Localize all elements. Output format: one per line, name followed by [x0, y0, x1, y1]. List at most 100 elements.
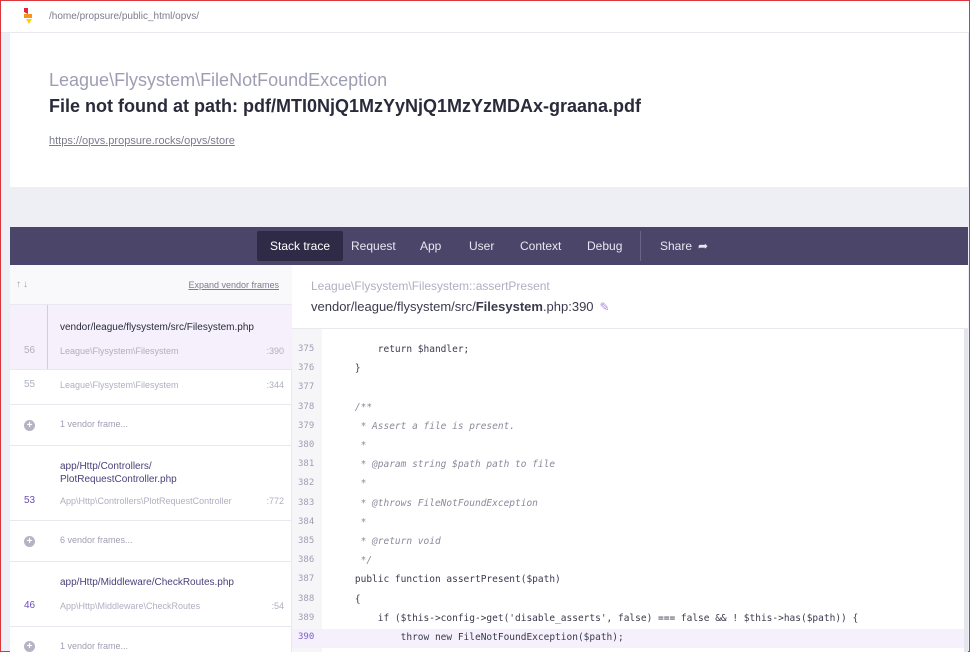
code-snippet-panel: League\Flysystem\Filesystem::assertPrese…	[292, 265, 968, 652]
request-url-link[interactable]: https://opvs.propsure.rocks/opvs/store	[49, 135, 235, 147]
frame-line-number: 46	[24, 600, 36, 611]
frame-column: :772	[266, 496, 284, 506]
stack-frame[interactable]: app/Http/Middleware/CheckRoutes.php 46 A…	[10, 562, 292, 627]
code-line-number[interactable]: 382	[298, 478, 314, 488]
frame-class: App\Http\Middleware\CheckRoutes	[60, 601, 201, 611]
code-line: 375 return $handler;	[292, 341, 968, 360]
code-line-number[interactable]: 389	[298, 613, 314, 623]
tab-debug[interactable]: Debug	[574, 231, 635, 261]
code-line-text: if ($this->config->get('disable_asserts'…	[332, 612, 859, 624]
code-line: 387 public function assertPresent($path)	[292, 571, 968, 590]
scrollbar[interactable]	[964, 329, 968, 652]
nav-divider	[640, 231, 641, 261]
code-line-number[interactable]: 380	[298, 440, 314, 450]
top-bar: /home/propsure/public_html/opvs/	[1, 1, 969, 33]
vendor-frames-toggle[interactable]: + 6 vendor frames...	[10, 521, 292, 562]
code-line-number[interactable]: 378	[298, 402, 314, 412]
code-line: 379 * Assert a file is present.	[292, 418, 968, 437]
vendor-frames-toggle[interactable]: + 1 vendor frame...	[10, 627, 292, 652]
code-line-number[interactable]: 388	[298, 594, 314, 604]
code-line-text: * @return void	[332, 536, 441, 547]
code-line-number[interactable]: 384	[298, 517, 314, 527]
project-path: /home/propsure/public_html/opvs/	[49, 11, 200, 22]
code-line: 386 */	[292, 552, 968, 571]
vendor-frames-toggle[interactable]: + 1 vendor frame...	[10, 405, 292, 446]
code-line-text: * @param string $path path to file	[332, 459, 556, 471]
frame-column: :390	[266, 346, 284, 356]
code-line-text: /**	[332, 401, 373, 413]
code-line: 383 * @throws FileNotFoundException	[292, 495, 968, 514]
flare-logo-icon[interactable]	[21, 8, 35, 24]
file-name: Filesystem	[475, 299, 543, 314]
code-line-number[interactable]: 385	[298, 536, 314, 546]
code-line: 380 *	[292, 437, 968, 456]
frame-file-path: vendor/league/flysystem/src/Filesystem.p…	[311, 299, 610, 314]
frame-class: League\Flysystem\Filesystem	[60, 346, 179, 356]
code-line-number[interactable]: 390	[298, 632, 314, 642]
code-line: 390 throw new FileNotFoundException($pat…	[292, 629, 968, 648]
code-line-text: public function assertPresent($path)	[332, 574, 561, 586]
code-line-text: * Assert a file is present.	[332, 420, 516, 432]
stack-trace-panel: ↑↓ Expand vendor frames vendor/league/fl…	[10, 265, 968, 652]
code-line-number[interactable]: 377	[298, 382, 314, 392]
frame-column: :344	[266, 380, 284, 390]
code-line-number[interactable]: 387	[298, 574, 314, 584]
stack-frame[interactable]: app/Http/Controllers/PlotRequestControll…	[10, 446, 292, 521]
code-line-text: *	[332, 516, 367, 528]
frame-class: App\Http\Controllers\PlotRequestControll…	[60, 496, 232, 506]
code-line: 377	[292, 379, 968, 398]
code-line: 384 *	[292, 514, 968, 533]
code-line: 385 * @return void	[292, 533, 968, 552]
code-line-number[interactable]: 375	[298, 344, 314, 354]
code-line-number[interactable]: 379	[298, 421, 314, 431]
edit-pencil-icon[interactable]: ✎	[600, 300, 610, 314]
frame-line-number: 55	[24, 379, 36, 390]
share-label: Share	[660, 239, 693, 253]
exception-class: League\Flysystem\FileNotFoundException	[49, 70, 388, 90]
stack-frames-list: ↑↓ Expand vendor frames vendor/league/fl…	[10, 265, 292, 652]
vendor-frames-label: 1 vendor frame...	[60, 419, 129, 429]
code-line: 389 if ($this->config->get('disable_asse…	[292, 610, 968, 629]
frame-column: :54	[271, 601, 284, 611]
vendor-frames-label: 1 vendor frame...	[60, 641, 129, 651]
code-line-text: {	[332, 593, 361, 605]
code-line: 388 {	[292, 591, 968, 610]
tab-bar: Stack trace Request App User Context Deb…	[10, 227, 968, 265]
code-line-number[interactable]: 376	[298, 363, 314, 373]
frame-line-number: 53	[24, 495, 36, 506]
code-snippet-header: League\Flysystem\Filesystem::assertPrese…	[292, 265, 968, 329]
share-button[interactable]: Share ➦	[647, 231, 721, 261]
code-line-text: *	[332, 478, 367, 490]
plus-icon: +	[24, 536, 35, 547]
code-line-text: */	[332, 555, 373, 567]
expand-vendor-frames-link[interactable]: Expand vendor frames	[188, 280, 279, 290]
stack-frames-header: ↑↓ Expand vendor frames	[10, 265, 292, 305]
code-line-number[interactable]: 386	[298, 555, 314, 565]
file-dir: vendor/league/flysystem/src/	[311, 299, 476, 314]
frame-navigation-arrows-icon[interactable]: ↑↓	[16, 279, 30, 290]
frame-line-number: 56	[24, 345, 36, 356]
share-icon: ➦	[698, 239, 709, 253]
exception-message: File not found at path: pdf/MTI0NjQ1MzYy…	[49, 96, 641, 116]
file-line: .php:390	[542, 299, 594, 314]
plus-icon: +	[24, 420, 35, 431]
tab-app[interactable]: App	[407, 231, 454, 261]
tab-stack-trace[interactable]: Stack trace	[257, 231, 344, 261]
code-line-number[interactable]: 383	[298, 498, 314, 508]
code-line: 378 /**	[292, 399, 968, 418]
vendor-frames-label: 6 vendor frames...	[60, 535, 133, 545]
frame-file: app/Http/Controllers/PlotRequestControll…	[60, 461, 177, 485]
stack-frame[interactable]: vendor/league/flysystem/src/Filesystem.p…	[10, 305, 292, 370]
tab-user[interactable]: User	[456, 231, 507, 261]
code-line-text: * @throws FileNotFoundException	[332, 497, 538, 509]
code-line: 382 *	[292, 475, 968, 494]
frame-class: League\Flysystem\Filesystem	[60, 380, 179, 390]
code-line-text: }	[332, 363, 361, 375]
frame-file: vendor/league/flysystem/src/Filesystem.p…	[60, 322, 254, 333]
tab-request[interactable]: Request	[338, 231, 409, 261]
tab-context[interactable]: Context	[507, 231, 574, 261]
code-line-number[interactable]: 381	[298, 459, 314, 469]
exception-header: League\Flysystem\FileNotFoundException F…	[10, 33, 968, 187]
stack-frame[interactable]: 55 League\Flysystem\Filesystem :344	[10, 370, 292, 405]
code-line: 376 }	[292, 360, 968, 379]
